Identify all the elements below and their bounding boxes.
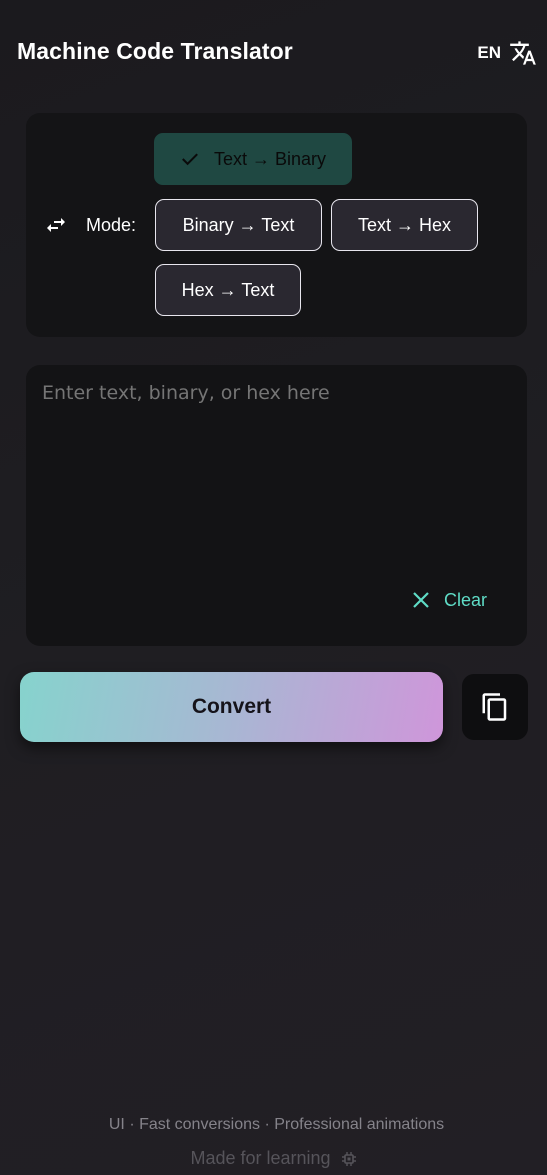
footer-tagline: UI · Fast conversions · Professional ani…	[108, 1116, 445, 1133]
mode-chip-label: Binary → Text	[182, 214, 295, 235]
clear-button[interactable]: Clear	[412, 587, 487, 613]
mode-chip-label: Text → Binary	[213, 148, 327, 169]
copy-icon	[482, 693, 507, 721]
mode-chip-binary-to-text[interactable]: Binary → Text	[155, 199, 322, 251]
made-for-text: Made for learning	[190, 1148, 331, 1168]
translate-icon	[510, 41, 536, 65]
mode-chip-text-to-hex[interactable]: Text → Hex	[331, 199, 478, 251]
input-textarea[interactable]	[42, 382, 502, 582]
mode-chip-label: Hex → Text	[181, 279, 275, 300]
copy-button[interactable]	[462, 674, 528, 740]
mode-chip-label: Text → Hex	[357, 214, 452, 235]
chip-icon	[341, 1151, 356, 1166]
app-title: Machine Code Translator	[17, 38, 293, 64]
convert-label: Convert	[191, 695, 272, 718]
mode-chip-text-to-binary[interactable]: Text → Binary	[154, 133, 352, 185]
language-button[interactable]: EN	[477, 36, 537, 70]
mode-card: Mode: Text → Binary Binary → Text Text →…	[26, 113, 527, 337]
app-bar: Machine Code Translator EN	[0, 0, 547, 108]
footer-made-for: Made for learning	[0, 1148, 547, 1169]
language-code: EN	[477, 43, 501, 62]
close-icon	[413, 592, 429, 608]
mode-label: Mode:	[86, 215, 137, 235]
check-icon	[182, 153, 198, 166]
swap-horiz-icon	[47, 218, 65, 232]
input-card: Clear	[26, 365, 527, 646]
mode-chip-hex-to-text[interactable]: Hex → Text	[155, 264, 301, 316]
clear-label: Clear	[444, 589, 488, 610]
convert-button[interactable]: Convert	[20, 672, 443, 742]
